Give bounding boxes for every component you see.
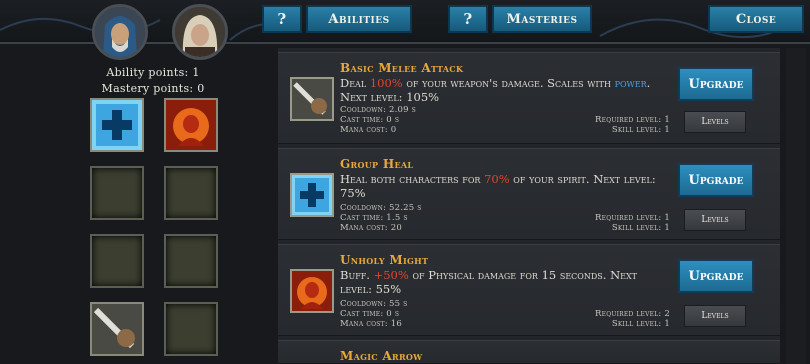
mana-cost-stat: Mana cost: 20 bbox=[340, 223, 402, 233]
sword-fist-icon bbox=[292, 79, 332, 119]
skill-level-stat: Skill level: 1 bbox=[611, 319, 670, 329]
scrollbar[interactable] bbox=[786, 48, 806, 364]
ability-description: Heal both characters for 70% of your spi… bbox=[340, 172, 656, 200]
cast-time-stat: Cast time: 0 s bbox=[340, 309, 400, 319]
heal-cross-icon bbox=[92, 100, 142, 150]
ability-card-magic-arrow: Magic Arrow bbox=[278, 340, 780, 364]
slot-group-heal[interactable] bbox=[90, 98, 144, 152]
fire-demon-icon bbox=[292, 271, 332, 311]
masteries-help-button[interactable]: ? bbox=[448, 5, 488, 33]
slot-unholy-might[interactable] bbox=[164, 98, 218, 152]
mana-cost-stat: Mana cost: 16 bbox=[340, 319, 402, 329]
levels-button[interactable]: Levels bbox=[684, 111, 746, 133]
cooldown-stat: Cooldown: 52.25 s bbox=[340, 203, 422, 213]
blonde-mage-icon bbox=[175, 7, 225, 57]
ability-card-group-heal: Group Heal Heal both characters for 70% … bbox=[278, 148, 780, 240]
required-level-stat: Required level: 2 bbox=[595, 309, 670, 319]
fire-demon-icon bbox=[166, 100, 216, 150]
mastery-points-label: Mastery points: 0 bbox=[101, 82, 205, 95]
sword-fist-icon bbox=[92, 304, 142, 354]
masteries-tab[interactable]: Masteries bbox=[492, 5, 592, 33]
upgrade-button[interactable]: Upgrade bbox=[678, 259, 754, 293]
cooldown-stat: Cooldown: 2.09 s bbox=[340, 105, 416, 115]
mana-cost-stat: Mana cost: 0 bbox=[340, 125, 397, 135]
ability-title: Basic Melee Attack bbox=[340, 61, 464, 75]
hooded-warrior-icon bbox=[95, 7, 145, 57]
upgrade-button[interactable]: Upgrade bbox=[678, 67, 754, 101]
ability-description: Buff. +50% of Physical damage for 15 sec… bbox=[340, 268, 637, 296]
ability-icon-basic-melee bbox=[290, 77, 334, 121]
portrait-hooded-warrior[interactable] bbox=[92, 4, 148, 60]
portrait-blonde-mage[interactable] bbox=[172, 4, 228, 60]
ability-title: Unholy Might bbox=[340, 253, 429, 267]
ability-card-unholy-might: Unholy Might Buff. +50% of Physical dama… bbox=[278, 244, 780, 336]
slot-empty[interactable] bbox=[164, 234, 218, 288]
upgrade-button[interactable]: Upgrade bbox=[678, 163, 754, 197]
close-button[interactable]: Close bbox=[708, 5, 804, 33]
levels-button[interactable]: Levels bbox=[684, 305, 746, 327]
slot-empty[interactable] bbox=[164, 302, 218, 356]
ability-card-basic-melee: Basic Melee Attack Deal 100% of your wea… bbox=[278, 52, 780, 144]
slot-empty[interactable] bbox=[90, 234, 144, 288]
slot-empty[interactable] bbox=[164, 166, 218, 220]
abilities-tab[interactable]: Abilities bbox=[306, 5, 412, 33]
cooldown-stat: Cooldown: 55 s bbox=[340, 299, 408, 309]
ability-title: Magic Arrow bbox=[340, 349, 423, 363]
required-level-stat: Required level: 1 bbox=[595, 115, 670, 125]
ability-title: Group Heal bbox=[340, 157, 414, 171]
abilities-help-button[interactable]: ? bbox=[262, 5, 302, 33]
ability-icon-group-heal bbox=[290, 173, 334, 217]
ability-icon-unholy-might bbox=[290, 269, 334, 313]
ability-description: Deal 100% of your weapon's damage. Scale… bbox=[340, 76, 651, 104]
skill-level-stat: Skill level: 1 bbox=[611, 125, 670, 135]
levels-button[interactable]: Levels bbox=[684, 209, 746, 231]
slot-empty[interactable] bbox=[90, 166, 144, 220]
required-level-stat: Required level: 1 bbox=[595, 213, 670, 223]
skill-level-stat: Skill level: 1 bbox=[611, 223, 670, 233]
slot-basic-melee[interactable] bbox=[90, 302, 144, 356]
heal-cross-icon bbox=[292, 175, 332, 215]
cast-time-stat: Cast time: 1.5 s bbox=[340, 213, 408, 223]
ability-points-label: Ability points: 1 bbox=[106, 66, 200, 79]
cast-time-stat: Cast time: 0 s bbox=[340, 115, 400, 125]
